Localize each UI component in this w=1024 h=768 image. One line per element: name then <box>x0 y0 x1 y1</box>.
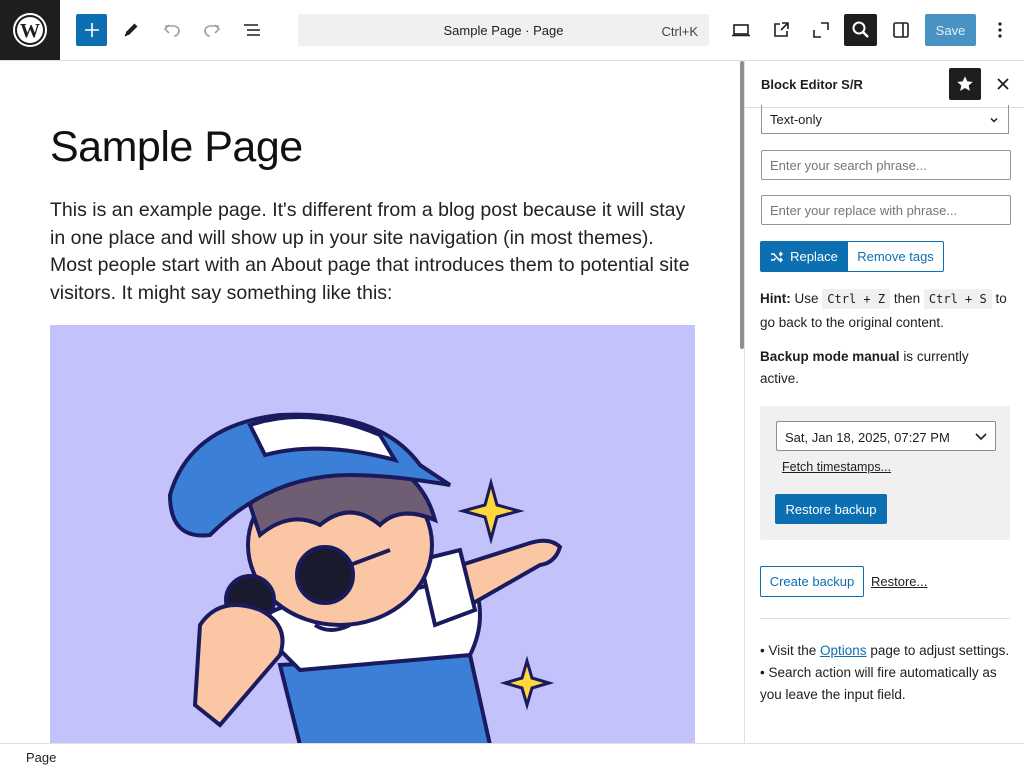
save-button[interactable]: Save <box>925 14 976 46</box>
shuffle-icon <box>771 251 784 262</box>
save-shortcut: Ctrl + S <box>923 289 992 309</box>
fetch-timestamps-link[interactable]: Fetch timestamps... <box>782 460 891 474</box>
paragraph-block[interactable]: This is an example page. It's different … <box>50 197 700 307</box>
fullscreen-button[interactable] <box>805 14 837 46</box>
kebab-menu-icon <box>998 22 1002 38</box>
view-page-button[interactable] <box>765 14 797 46</box>
editor-canvas: Sample Page This is an example page. It'… <box>0 61 740 743</box>
image-block[interactable] <box>50 325 695 743</box>
command-palette-bar[interactable]: Sample Page · Page Ctrl+K <box>298 14 709 46</box>
replace-button[interactable]: Replace <box>760 241 848 272</box>
tools-button[interactable] <box>115 14 147 46</box>
options-menu-button[interactable] <box>984 14 1016 46</box>
undo-shortcut: Ctrl + Z <box>822 289 891 309</box>
wordpress-logo-icon[interactable]: W <box>0 0 60 60</box>
panel-header: Block Editor S/R <box>745 61 1024 108</box>
search-icon <box>852 21 869 38</box>
external-link-icon <box>774 22 789 37</box>
plus-icon <box>84 23 99 37</box>
mode-select[interactable]: Text-only <box>761 105 1009 134</box>
desktop-icon <box>732 24 750 37</box>
undo-icon <box>163 24 180 37</box>
pin-plugin-button[interactable] <box>949 68 981 100</box>
replace-button-label: Replace <box>790 249 838 264</box>
search-input[interactable]: Enter your search phrase... <box>761 150 1011 180</box>
close-panel-button[interactable] <box>989 70 1017 98</box>
search-input-placeholder: Enter your search phrase... <box>770 158 927 173</box>
timestamp-value: Sat, Jan 18, 2025, 07:27 PM <box>785 430 950 445</box>
search-note: • Search action will fire automatically … <box>760 665 997 702</box>
chevron-down-icon <box>975 433 987 441</box>
restore-backup-button[interactable]: Restore backup <box>775 494 887 524</box>
command-shortcut: Ctrl+K <box>661 24 698 39</box>
panel-title: Block Editor S/R <box>761 77 863 92</box>
settings-sidebar-button[interactable] <box>885 14 917 46</box>
close-icon <box>997 78 1009 90</box>
preview-button[interactable] <box>725 14 757 46</box>
backup-mode-status: Backup mode manual is currently active. <box>760 349 969 386</box>
help-notes: • Visit the Options page to adjust setti… <box>760 640 1015 706</box>
replace-input-placeholder: Enter your replace with phrase... <box>770 203 958 218</box>
pencil-icon <box>124 23 138 37</box>
document-overview-button[interactable] <box>236 14 268 46</box>
undo-button[interactable] <box>156 14 188 46</box>
star-icon <box>957 76 973 91</box>
page-title[interactable]: Sample Page <box>50 123 303 172</box>
search-replace-toggle-button[interactable] <box>844 14 877 46</box>
action-button-group: Replace Remove tags <box>760 241 944 272</box>
hint-text: Hint: Use Ctrl + Z then Ctrl + S to go b… <box>760 289 1007 330</box>
block-breadcrumb-bar: Page <box>0 743 1024 768</box>
backup-panel: Sat, Jan 18, 2025, 07:27 PM Fetch timest… <box>760 406 1010 540</box>
redo-button[interactable] <box>196 14 228 46</box>
options-link[interactable]: Options <box>820 643 867 658</box>
list-view-icon <box>244 24 260 36</box>
restore-link[interactable]: Restore... <box>871 574 927 589</box>
chevron-down-icon <box>990 117 998 123</box>
block-editor-sr-panel: Block Editor S/R Text-only Enter your se… <box>744 61 1024 743</box>
svg-text:W: W <box>20 20 40 42</box>
replace-input[interactable]: Enter your replace with phrase... <box>761 195 1011 225</box>
editor-toolbar: W Sample Page · Page Ctrl+K Save <box>0 0 1024 61</box>
create-backup-button[interactable]: Create backup <box>760 566 864 597</box>
sidebar-icon <box>893 22 909 38</box>
remove-tags-button[interactable]: Remove tags <box>848 241 944 272</box>
dabbing-boy-illustration <box>167 412 563 743</box>
document-title: Sample Page · Page <box>443 23 564 38</box>
backup-timestamp-select[interactable]: Sat, Jan 18, 2025, 07:27 PM <box>776 421 996 451</box>
divider <box>760 618 1010 619</box>
fullscreen-icon <box>813 22 829 38</box>
mode-select-value: Text-only <box>770 112 823 127</box>
add-block-button[interactable] <box>76 14 107 46</box>
redo-icon <box>204 24 221 37</box>
breadcrumb-page[interactable]: Page <box>26 750 56 765</box>
